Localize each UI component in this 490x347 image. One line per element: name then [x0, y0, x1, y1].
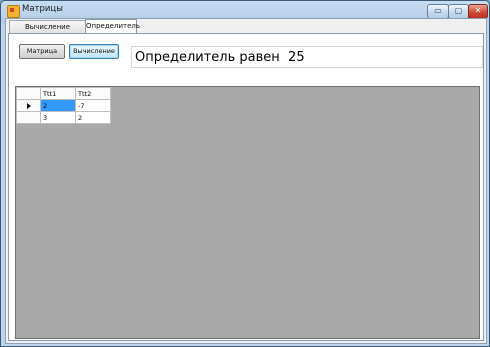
window-title: Матрицы: [22, 4, 63, 14]
maximize-button[interactable]: ▢: [448, 4, 469, 19]
grid-background: Ttt1 Ttt2 2 -7 3 2: [16, 87, 479, 338]
tab-determinant[interactable]: Определитель: [85, 19, 140, 34]
grid-header-row: Ttt1 Ttt2: [16, 87, 111, 100]
grid-table: Ttt1 Ttt2 2 -7 3 2: [16, 87, 111, 124]
determinant-result: Определитель равен 25: [131, 46, 483, 68]
app-icon: [7, 5, 20, 18]
column-header[interactable]: Ttt2: [75, 87, 111, 100]
grid-cell[interactable]: -7: [75, 99, 111, 112]
close-button[interactable]: ✕: [468, 4, 488, 19]
table-row: 2 -7: [16, 99, 111, 112]
minimize-button[interactable]: ▭: [427, 4, 449, 19]
table-row: 3 2: [16, 111, 111, 124]
matrix-button[interactable]: Матрица: [19, 44, 65, 59]
data-grid[interactable]: Ttt1 Ttt2 2 -7 3 2: [15, 86, 480, 339]
tab-page-determinant: Матрица Вычисление Определитель равен 25…: [8, 33, 484, 341]
grid-corner-header: [16, 87, 41, 100]
grid-cell[interactable]: 3: [40, 111, 76, 124]
grid-cell[interactable]: 2: [40, 99, 76, 112]
current-row-arrow-icon: [26, 102, 31, 109]
calculate-button[interactable]: Вычисление: [69, 44, 119, 59]
tab-matrix-calculation[interactable]: Вычисление матрицы: [9, 20, 86, 43]
row-header[interactable]: [16, 99, 41, 112]
client-area: Вычисление матрицы Определитель Матрица …: [5, 18, 487, 344]
column-header[interactable]: Ttt1: [40, 87, 76, 100]
grid-cell[interactable]: 2: [75, 111, 111, 124]
row-header[interactable]: [16, 111, 41, 124]
main-window: Матрицы ▭ ▢ ✕ Вычисление матрицы Определ…: [0, 0, 490, 347]
